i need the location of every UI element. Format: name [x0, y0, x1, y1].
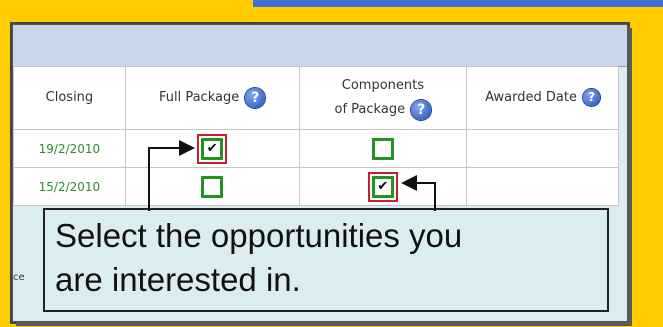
arrow-to-components — [401, 175, 436, 211]
top-blue-band — [253, 0, 663, 7]
arrow-to-full-package — [148, 140, 195, 211]
opportunities-panel: Closing Full Package ? Components of Pac… — [12, 24, 628, 322]
callout-arrows — [148, 140, 436, 211]
